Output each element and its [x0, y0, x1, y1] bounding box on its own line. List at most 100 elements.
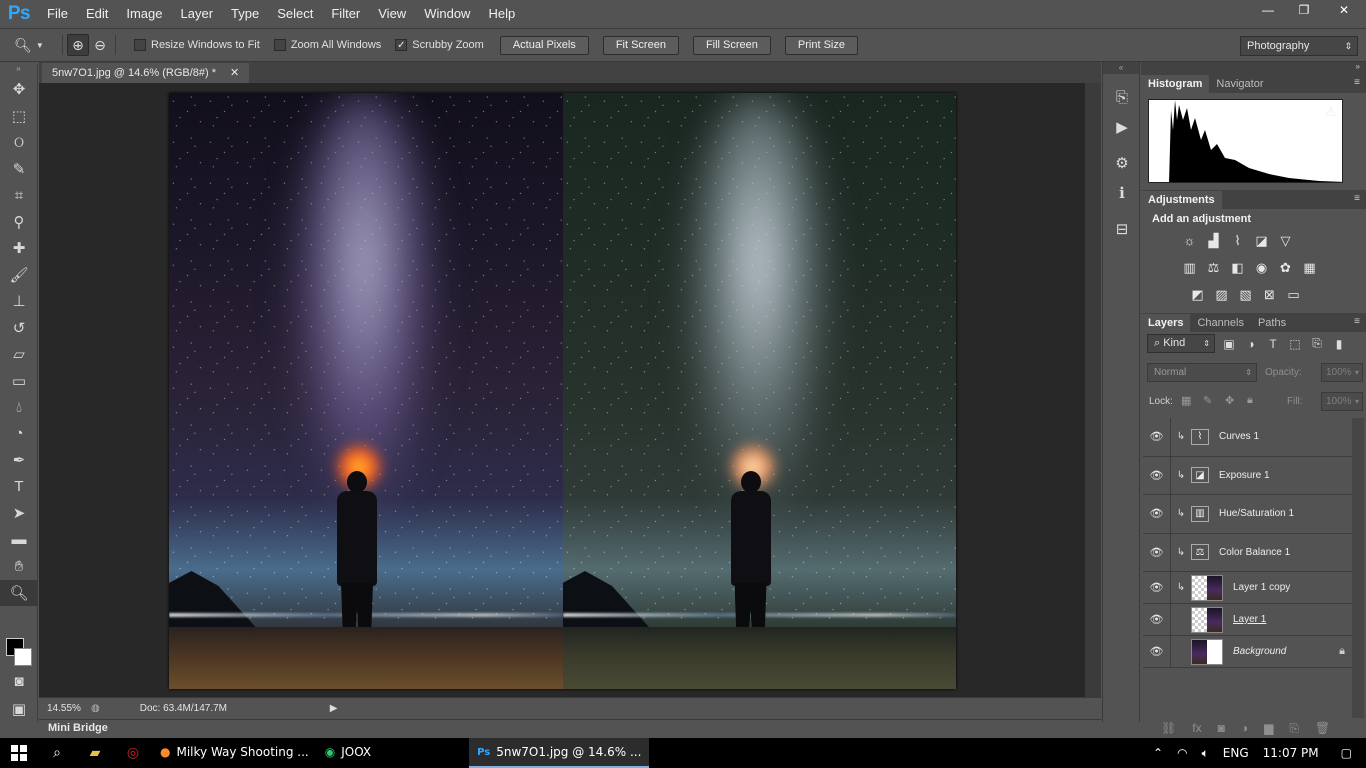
marquee-tool-icon[interactable]: ⬚	[0, 103, 38, 130]
crop-tool-icon[interactable]: ⌗	[0, 182, 38, 209]
taskbar-task-firefox[interactable]: ● Milky Way Shooting ...	[152, 738, 317, 768]
chevron-up-icon[interactable]: ⌃	[1153, 746, 1163, 760]
background-color-swatch[interactable]	[14, 648, 32, 666]
new-group-icon[interactable]: ▆	[1264, 721, 1273, 735]
visibility-eye-icon[interactable]: 👁︎	[1143, 495, 1171, 533]
status-options-icon[interactable]: ◍	[91, 703, 100, 714]
quick-mask-icon[interactable]: ◙	[0, 668, 38, 695]
screen-mode-icon[interactable]: ▣	[0, 696, 38, 723]
layer-mask-icon[interactable]: ◙	[1218, 721, 1225, 735]
layer-row[interactable]: 👁︎ ↳ ◪ Exposure 1	[1143, 456, 1353, 495]
filter-toggle-icon[interactable]: ▮	[1331, 336, 1347, 352]
clock[interactable]: 11:07 PM	[1263, 746, 1319, 760]
fit-screen-button[interactable]: Fit Screen	[602, 35, 679, 55]
language-indicator[interactable]: ENG	[1223, 746, 1249, 760]
black-white-icon[interactable]: ◧	[1229, 259, 1246, 276]
quick-selection-tool-icon[interactable]: ✎	[0, 156, 38, 183]
scrubby-zoom-checkbox[interactable]: ✓ Scrubby Zoom	[395, 39, 484, 51]
hand-tool-icon[interactable]: ✋︎	[0, 553, 38, 580]
panel-menu-icon[interactable]: ≡	[1354, 77, 1360, 88]
history-panel-icon[interactable]: ⎘	[1103, 82, 1141, 112]
visibility-eye-icon[interactable]: 👁︎	[1143, 572, 1171, 603]
history-brush-tool-icon[interactable]: ↺	[0, 315, 38, 342]
photo-filter-icon[interactable]: ◉	[1253, 259, 1270, 276]
taskbar-task-joox[interactable]: ◉ JOOX	[317, 738, 379, 768]
new-adjustment-layer-icon[interactable]: ◑	[1241, 721, 1248, 735]
actual-pixels-button[interactable]: Actual Pixels	[499, 35, 589, 55]
tool-presets-icon[interactable]: ⊟	[1103, 214, 1141, 244]
vibrance-icon[interactable]: ▥	[1181, 259, 1198, 276]
minimize-button[interactable]: —	[1250, 0, 1286, 20]
visibility-eye-icon[interactable]: 👁︎	[1143, 533, 1171, 571]
layer-row[interactable]: 👁︎ ↳ ⚖ Color Balance 1	[1143, 533, 1353, 572]
panel-menu-icon[interactable]: ≡	[1354, 193, 1360, 204]
taskbar-task-photoshop[interactable]: Ps 5nw7O1.jpg @ 14.6% ...	[469, 738, 650, 768]
zoom-tool-icon[interactable]: 🔍︎	[0, 579, 38, 606]
tab-navigator[interactable]: Navigator	[1209, 75, 1270, 93]
layer-row[interactable]: 👁︎ ↳ ⌇ Curves 1	[1143, 418, 1353, 457]
zoom-out-button[interactable]: ⊖	[89, 34, 111, 56]
brightness-contrast-icon[interactable]: ☼	[1181, 232, 1198, 249]
filter-type-icon[interactable]: T	[1265, 336, 1281, 352]
filter-smart-object-icon[interactable]: ⎘	[1309, 336, 1325, 352]
collapse-grip-icon[interactable]: »	[0, 64, 37, 76]
workspace-switcher[interactable]: Photography ⇕	[1240, 36, 1358, 56]
visibility-eye-icon[interactable]: 👁︎	[1143, 604, 1171, 635]
menu-type[interactable]: Type	[222, 0, 268, 28]
path-selection-tool-icon[interactable]: ➤	[0, 500, 38, 527]
print-size-button[interactable]: Print Size	[784, 35, 858, 55]
fill-field[interactable]: 100% ▾	[1321, 392, 1363, 411]
layer-row[interactable]: 👁︎ ↳ ▥ Hue/Saturation 1	[1143, 495, 1353, 534]
play-arrow-icon[interactable]: ▶	[330, 703, 338, 714]
threshold-icon[interactable]: ▧	[1237, 286, 1254, 303]
panel-menu-icon[interactable]: ≡	[1354, 316, 1360, 327]
gradient-map-icon[interactable]: ▽	[1277, 232, 1294, 249]
zoom-all-windows-checkbox[interactable]: Zoom All Windows	[273, 39, 381, 51]
document-image[interactable]	[169, 93, 956, 689]
posterize-icon[interactable]: ▨	[1213, 286, 1230, 303]
start-button[interactable]	[0, 738, 38, 768]
brush-presets-icon[interactable]: ⚙	[1103, 148, 1141, 178]
menu-layer[interactable]: Layer	[172, 0, 223, 28]
menu-select[interactable]: Select	[268, 0, 322, 28]
layer-row[interactable]: 👁︎ Layer 1	[1143, 604, 1353, 636]
menu-window[interactable]: Window	[415, 0, 479, 28]
resize-windows-checkbox[interactable]: Resize Windows to Fit	[134, 39, 260, 51]
link-layers-icon[interactable]: ⛓	[1161, 721, 1176, 735]
curves-icon[interactable]: ⌇	[1229, 232, 1246, 249]
collapse-icon[interactable]: »	[1356, 62, 1360, 71]
canvas-scrollbar[interactable]	[1085, 83, 1101, 697]
document-tab[interactable]: 5nw7O1.jpg @ 14.6% (RGB/8#) * ✕	[42, 63, 250, 83]
fill-screen-button[interactable]: Fill Screen	[692, 35, 771, 55]
invert-icon[interactable]: ◩	[1189, 286, 1206, 303]
file-explorer-icon[interactable]: ▰	[76, 738, 114, 768]
blur-tool-icon[interactable]: 💧︎	[0, 394, 38, 421]
layer-style-icon[interactable]: fx	[1192, 721, 1201, 735]
blend-mode-select[interactable]: Normal ⇕	[1147, 363, 1257, 382]
healing-brush-tool-icon[interactable]: ✚	[0, 235, 38, 262]
tab-paths[interactable]: Paths	[1251, 314, 1293, 332]
filter-shape-icon[interactable]: ⬚	[1287, 336, 1303, 352]
gradient-tool-icon[interactable]: ▭	[0, 368, 38, 395]
info-panel-icon[interactable]: ℹ	[1103, 178, 1141, 208]
close-button[interactable]: ✕	[1322, 0, 1366, 20]
menu-file[interactable]: File	[38, 0, 77, 28]
move-tool-icon[interactable]: ✥	[0, 76, 38, 103]
layers-scrollbar[interactable]	[1352, 418, 1364, 718]
volume-icon[interactable]: 🔈︎	[1202, 746, 1209, 761]
tab-histogram[interactable]: Histogram	[1141, 75, 1210, 93]
hdr-toning-icon[interactable]: ▭	[1285, 286, 1302, 303]
filter-kind-select[interactable]: ⌕ Kind ⇕	[1147, 334, 1215, 353]
menu-edit[interactable]: Edit	[77, 0, 117, 28]
type-tool-icon[interactable]: T	[0, 474, 38, 501]
lock-all-icon[interactable]: 🔒︎	[1247, 394, 1253, 407]
notifications-icon[interactable]: ▢	[1341, 746, 1352, 760]
zoom-level[interactable]: 14.55%	[39, 703, 87, 714]
delete-layer-icon[interactable]: 🗑︎	[1315, 721, 1330, 735]
visibility-eye-icon[interactable]: 👁︎	[1143, 636, 1171, 667]
menu-image[interactable]: Image	[117, 0, 171, 28]
lock-position-icon[interactable]: ✥	[1225, 394, 1234, 407]
mini-bridge-tab[interactable]: Mini Bridge	[39, 719, 1101, 737]
filter-pixel-icon[interactable]: ▣	[1221, 336, 1237, 352]
menu-view[interactable]: View	[369, 0, 415, 28]
